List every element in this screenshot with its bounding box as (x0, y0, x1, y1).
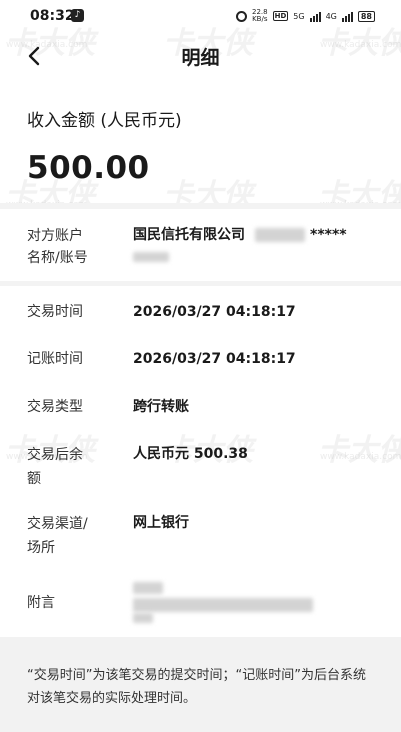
status-time: 08:32 (30, 8, 75, 24)
amount-label: 收入金额 (人民币元) (27, 111, 182, 131)
signal-icon (309, 11, 321, 22)
balance-value: 人民币元 500.38 (133, 446, 248, 462)
counterparty-label: 对方账户 名称/账号 (27, 228, 88, 266)
trade-type-label: 交易类型 (27, 399, 83, 415)
amount-value: 500.00 (27, 150, 150, 186)
alarm-icon (236, 10, 247, 22)
net-speed-unit: KB/s (252, 15, 268, 23)
nav-bar: 明细 (0, 34, 401, 80)
network-4g-label: 4G (325, 11, 337, 21)
counterparty-value: 国民信托有限公司 (133, 224, 245, 246)
battery-icon: 88 (357, 10, 375, 22)
tiktok-icon: ♪ (71, 9, 84, 22)
counterparty-name: 国民信托有限公司 (133, 227, 245, 243)
signal-icon (341, 11, 353, 22)
masked-remark (133, 582, 163, 594)
masked-account (255, 228, 305, 242)
net-speed: 22.8 KB/s (252, 9, 268, 23)
network-5g-label: 5G (293, 11, 305, 21)
posting-time-value: 2026/03/27 04:18:17 (133, 351, 296, 367)
masked-account-line2 (133, 252, 169, 262)
footer-note: “交易时间”为该笔交易的提交时间；“记账时间”为后台系统对该笔交易的实际处理时间… (0, 637, 401, 732)
status-icons: 22.8 KB/s HD 5G 4G 88 (236, 9, 375, 23)
watermark-url: www.kadaxia.com (320, 452, 401, 462)
page-title: 明细 (181, 47, 220, 69)
trade-time-label: 交易时间 (27, 304, 83, 320)
masked-remark-line3 (133, 613, 153, 623)
hd-icon: HD (272, 11, 289, 21)
divider (0, 203, 401, 209)
balance-label: 交易后余 额 (27, 447, 83, 487)
channel-value: 网上银行 (133, 515, 189, 531)
trade-time-value: 2026/03/27 04:18:17 (133, 304, 296, 320)
posting-time-label: 记账时间 (27, 351, 83, 367)
watermark: 卡大侠 (318, 433, 401, 468)
remark-label: 附言 (27, 595, 55, 611)
trade-type-value: 跨行转账 (133, 399, 189, 415)
masked-remark-line2 (133, 598, 313, 612)
counterparty-account-suffix: ***** (310, 227, 347, 243)
footer-note-text: “交易时间”为该笔交易的提交时间；“记账时间”为后台系统对该笔交易的实际处理时间… (27, 668, 366, 706)
divider (0, 281, 401, 286)
channel-label: 交易渠道/ 场所 (27, 516, 88, 556)
status-bar: 08:32 ♪ 22.8 KB/s HD 5G 4G 88 (0, 0, 401, 34)
